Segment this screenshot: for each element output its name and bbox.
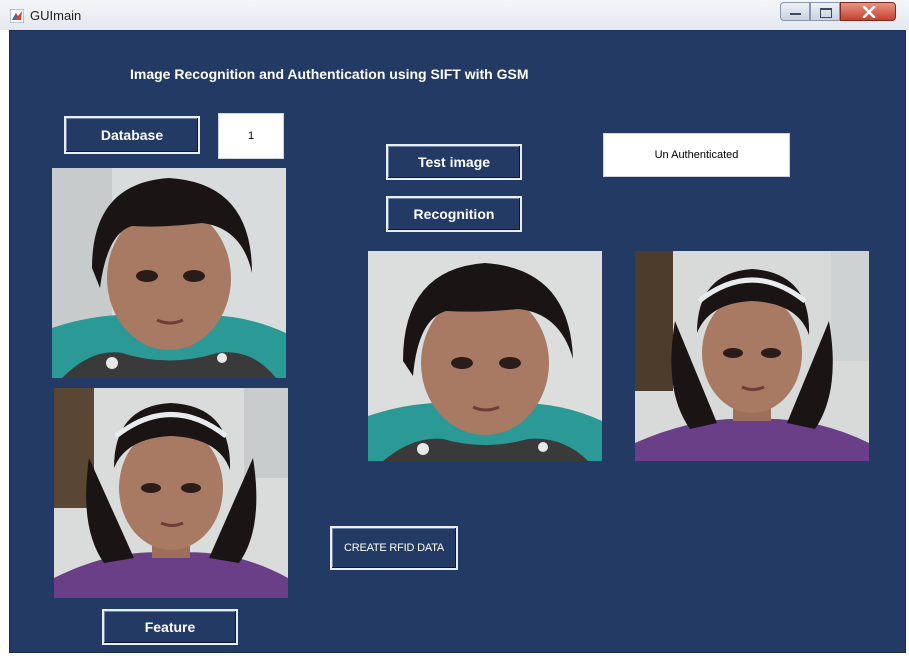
window-titlebar: GUImain: [0, 0, 909, 30]
database-image: [52, 168, 286, 378]
figure-panel: Image Recognition and Authentication usi…: [9, 30, 906, 653]
maximize-button[interactable]: [810, 2, 840, 21]
database-index-field[interactable]: 1: [218, 113, 284, 159]
create-rfid-data-button[interactable]: CREATE RFID DATA: [330, 526, 458, 570]
recognition-button[interactable]: Recognition: [386, 196, 522, 232]
close-icon: [862, 6, 876, 18]
matlab-icon: [10, 9, 24, 23]
minimize-button[interactable]: [780, 2, 810, 21]
test-image-button[interactable]: Test image: [386, 144, 522, 180]
database-button[interactable]: Database: [64, 116, 200, 154]
feature-image: [54, 388, 288, 598]
window-title: GUImain: [30, 8, 82, 23]
page-title: Image Recognition and Authentication usi…: [130, 66, 529, 82]
feature-button[interactable]: Feature: [102, 609, 238, 645]
minimize-icon: [790, 13, 801, 15]
maximize-icon: [820, 8, 832, 18]
test-image: [368, 251, 602, 461]
status-field: Un Authenticated: [603, 133, 790, 177]
recognized-image: [635, 251, 869, 461]
close-button[interactable]: [840, 2, 896, 21]
